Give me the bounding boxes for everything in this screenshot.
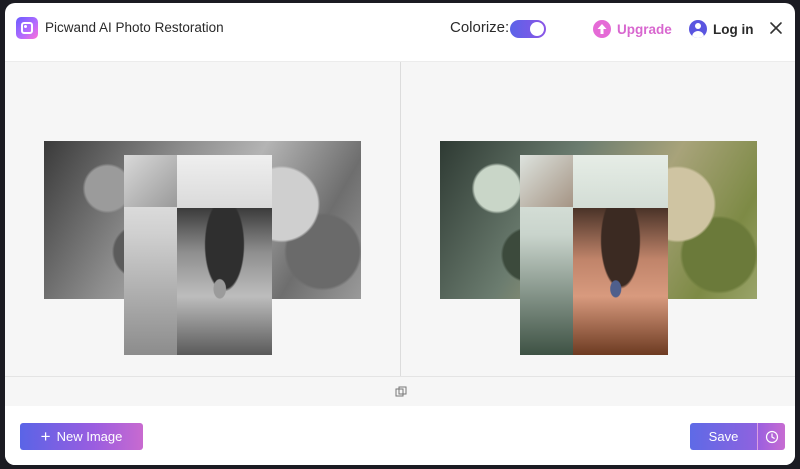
user-icon [689, 20, 707, 38]
upgrade-button[interactable]: Upgrade [593, 19, 672, 39]
colorize-toggle[interactable] [510, 20, 546, 38]
upgrade-arrow-icon [593, 20, 611, 38]
plus-icon: + [40, 427, 51, 446]
colorize-label: Colorize: [450, 19, 510, 36]
toggle-knob [530, 22, 544, 36]
history-clock-icon [765, 430, 778, 443]
upgrade-label: Upgrade [617, 21, 672, 37]
history-button[interactable] [757, 423, 785, 450]
login-label: Log in [713, 21, 754, 37]
original-photo-thumbnail [124, 155, 177, 207]
restored-photo-face [573, 208, 668, 355]
app-title: Picwand AI Photo Restoration [45, 20, 224, 35]
app-logo-icon [16, 17, 38, 39]
login-button[interactable]: Log in [689, 19, 754, 39]
save-label: Save [708, 429, 739, 444]
save-button[interactable]: Save [690, 423, 757, 450]
restored-image-pane [401, 62, 795, 377]
close-icon[interactable] [769, 21, 783, 35]
app-window: Picwand AI Photo Restoration Colorize: U… [5, 3, 795, 465]
save-group: Save [690, 423, 785, 450]
new-image-button[interactable]: + New Image [20, 423, 143, 450]
original-image-pane [5, 62, 400, 377]
compare-icon[interactable] [395, 385, 407, 397]
new-image-label: New Image [56, 429, 123, 444]
compare-toolbar [5, 376, 795, 406]
restored-photo-thumbnail [520, 155, 573, 207]
footer: + New Image Save [5, 406, 795, 465]
original-photo-face [177, 208, 272, 355]
header: Picwand AI Photo Restoration Colorize: U… [5, 3, 795, 61]
compare-area [5, 61, 795, 377]
